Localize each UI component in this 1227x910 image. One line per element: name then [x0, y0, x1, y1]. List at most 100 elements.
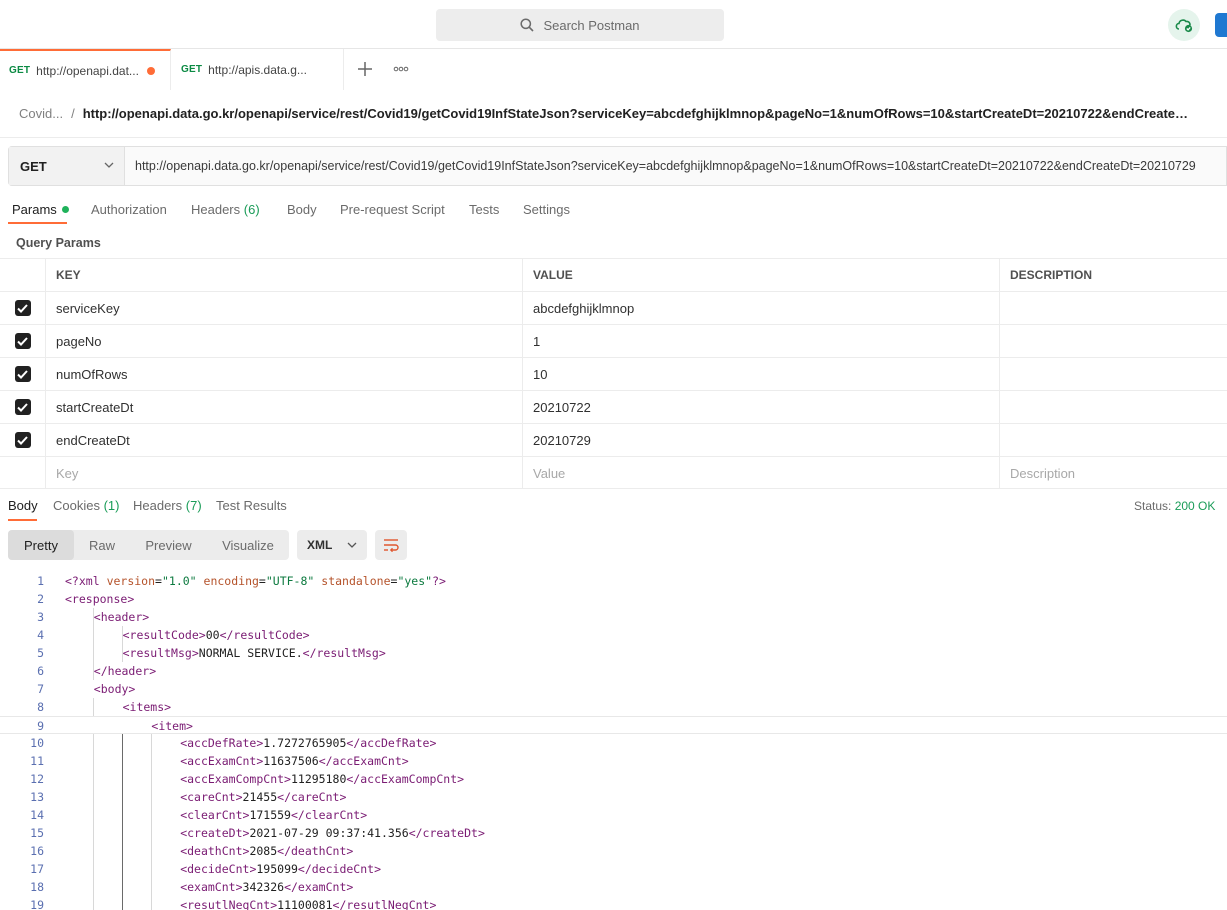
checkbox-checked-icon: [14, 366, 31, 382]
tab-pre-request-script[interactable]: Pre-request Script: [340, 202, 445, 217]
param-checkbox[interactable]: [0, 424, 45, 456]
sync-status-button[interactable]: [1168, 9, 1200, 41]
search-bar[interactable]: Search Postman: [436, 9, 724, 41]
active-tab-underline: [8, 222, 67, 224]
response-tabs: Body Cookies (1) Headers (7) Test Result…: [0, 496, 1227, 522]
checkbox-checked-icon: [14, 300, 31, 316]
view-preview-button[interactable]: Preview: [130, 530, 207, 560]
tab-request-1[interactable]: GET http://openapi.dat...: [0, 49, 171, 90]
url-input[interactable]: http://openapi.data.go.kr/openapi/servic…: [125, 147, 1226, 185]
param-description[interactable]: [999, 325, 1227, 357]
request-tab-bar: GET http://openapi.dat... GET http://api…: [0, 49, 1227, 90]
new-value-input[interactable]: Value: [522, 457, 999, 489]
tab-method: GET: [181, 64, 203, 75]
code-line: 18 <examCnt>342326</examCnt>: [30, 880, 354, 894]
view-mode-switch: Pretty Raw Preview Visualize: [8, 530, 289, 560]
code-line: 4 <resultCode>00</resultCode>: [37, 628, 310, 642]
tab-request-2[interactable]: GET http://apis.data.g...: [172, 49, 344, 90]
view-visualize-button[interactable]: Visualize: [207, 530, 289, 560]
response-body-code[interactable]: 1 <?xml version="1.0" encoding="UTF-8" st…: [0, 572, 1227, 910]
checkbox-checked-icon: [14, 333, 31, 349]
active-tab-underline: [8, 519, 37, 521]
request-tabs: Params Authorization Headers (6) Body Pr…: [0, 196, 1227, 226]
response-tab-body[interactable]: Body: [8, 498, 38, 513]
column-header-key: KEY: [45, 259, 522, 291]
top-bar: Search Postman: [0, 0, 1227, 49]
request-name[interactable]: http://openapi.data.go.kr/openapi/servic…: [83, 106, 1193, 121]
tab-authorization[interactable]: Authorization: [91, 202, 167, 217]
code-line: 3 <header>: [37, 610, 150, 624]
tab-label: http://openapi.dat...: [36, 63, 139, 78]
view-pretty-button[interactable]: Pretty: [8, 530, 74, 560]
tab-params[interactable]: Params: [12, 202, 69, 217]
code-line: 19 <resutlNegCnt>11100081</resutlNegCnt>: [30, 898, 437, 910]
tab-params-label: Params: [12, 202, 57, 217]
breadcrumb: Covid... / http://openapi.data.go.kr/ope…: [19, 104, 1219, 122]
tab-headers[interactable]: Headers (6): [191, 202, 260, 217]
table-row: endCreateDt 20210729: [0, 423, 1227, 456]
wrap-lines-button[interactable]: [375, 530, 407, 560]
view-raw-button[interactable]: Raw: [74, 530, 130, 560]
column-header-value: VALUE: [522, 259, 999, 291]
format-value: XML: [307, 538, 333, 552]
tab-body[interactable]: Body: [287, 202, 317, 217]
headers-count: (6): [243, 202, 260, 217]
code-line: 8 <items>: [37, 700, 172, 714]
response-tab-test-results[interactable]: Test Results: [216, 498, 287, 513]
response-tab-cookies[interactable]: Cookies (1): [53, 498, 119, 513]
table-row: serviceKey abcdefghijklmnop: [0, 291, 1227, 324]
response-headers-label: Headers: [133, 498, 183, 513]
code-line: 17 <decideCnt>195099</decideCnt>: [30, 862, 382, 876]
param-description[interactable]: [999, 292, 1227, 324]
param-checkbox[interactable]: [0, 358, 45, 390]
tab-tests[interactable]: Tests: [469, 202, 499, 217]
table-row: pageNo 1: [0, 324, 1227, 357]
param-value[interactable]: 10: [522, 358, 999, 390]
code-line: 13 <careCnt>21455</careCnt>: [30, 790, 347, 804]
code-line: 15 <createDt>2021-07-29 09:37:41.356</cre…: [30, 826, 485, 840]
code-line: 2 <response>: [37, 592, 135, 606]
unsaved-dot-icon: [146, 66, 155, 75]
param-value[interactable]: abcdefghijklmnop: [522, 292, 999, 324]
search-icon: [520, 18, 535, 32]
new-tab-plus-icon[interactable]: [354, 58, 376, 80]
tab-settings[interactable]: Settings: [523, 202, 570, 217]
param-description[interactable]: [999, 358, 1227, 390]
format-select[interactable]: XML: [297, 530, 367, 560]
code-line: 10 <accDefRate>1.7272765905</accDefRate>: [30, 736, 437, 750]
param-description[interactable]: [999, 391, 1227, 423]
param-value[interactable]: 20210722: [522, 391, 999, 423]
param-checkbox[interactable]: [0, 292, 45, 324]
search-placeholder: Search Postman: [543, 17, 640, 33]
tab-headers-label: Headers: [191, 202, 241, 217]
response-headers-count: (7): [185, 498, 202, 513]
breadcrumb-collection[interactable]: Covid...: [19, 106, 63, 121]
param-key[interactable]: numOfRows: [45, 358, 522, 390]
response-tab-headers[interactable]: Headers (7): [133, 498, 202, 513]
new-key-input[interactable]: Key: [45, 457, 522, 489]
param-key[interactable]: endCreateDt: [45, 424, 522, 456]
invite-button[interactable]: [1215, 13, 1227, 37]
code-line: 16 <deathCnt>2085</deathCnt>: [30, 844, 354, 858]
param-value[interactable]: 20210729: [522, 424, 999, 456]
more-tabs-ellipsis-icon[interactable]: [390, 58, 412, 80]
query-params-title: Query Params: [16, 236, 101, 250]
code-line-highlighted: 9 <item>: [0, 716, 1227, 734]
param-description[interactable]: [999, 424, 1227, 456]
param-key[interactable]: startCreateDt: [45, 391, 522, 423]
response-status[interactable]: Status: 200 OK: [1134, 499, 1215, 513]
query-params-table: KEY VALUE DESCRIPTION serviceKey abcdefg…: [0, 258, 1227, 489]
empty-check-cell: [0, 457, 45, 489]
breadcrumb-separator: /: [71, 105, 75, 121]
chevron-down-icon: [104, 162, 114, 168]
param-checkbox[interactable]: [0, 325, 45, 357]
method-select[interactable]: GET: [9, 147, 125, 185]
param-key[interactable]: serviceKey: [45, 292, 522, 324]
cookies-label: Cookies: [53, 498, 100, 513]
param-key[interactable]: pageNo: [45, 325, 522, 357]
method-value: GET: [20, 158, 47, 174]
param-checkbox[interactable]: [0, 391, 45, 423]
checkbox-checked-icon: [14, 432, 31, 448]
param-value[interactable]: 1: [522, 325, 999, 357]
new-description-input[interactable]: Description: [999, 457, 1227, 489]
